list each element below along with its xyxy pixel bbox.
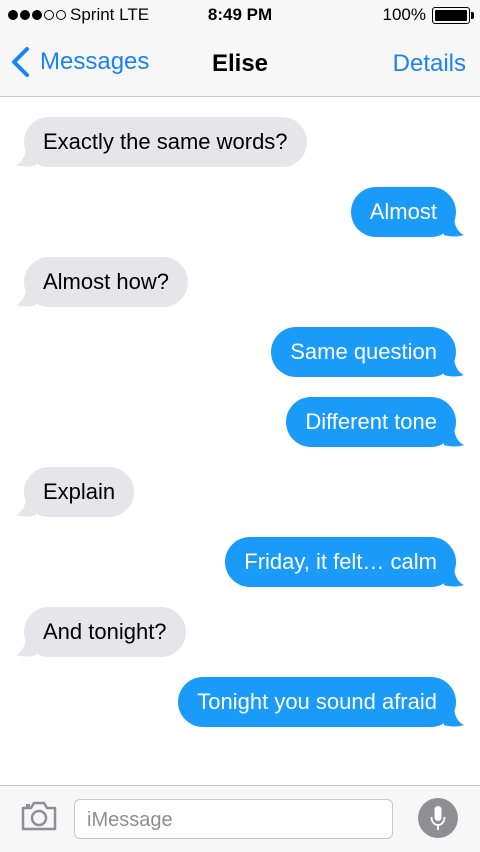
outgoing-message-bubble[interactable]: Different tone (286, 397, 464, 447)
camera-icon[interactable] (20, 800, 58, 832)
microphone-icon[interactable] (418, 798, 458, 838)
message-input[interactable]: iMessage (74, 799, 393, 839)
incoming-message-bubble[interactable]: Almost how? (16, 257, 188, 307)
message-text: Explain (43, 479, 116, 504)
bubble-tail (444, 565, 464, 587)
message-text: Different tone (305, 409, 437, 434)
message-text: Almost how? (43, 269, 169, 294)
incoming-message-bubble[interactable]: And tonight? (16, 607, 186, 657)
outgoing-message-bubble[interactable]: Tonight you sound afraid (178, 677, 464, 727)
bubble-tail (16, 495, 36, 517)
battery-percent: 100% (382, 5, 426, 24)
nav-bar: Messages Elise Details (0, 30, 480, 97)
outgoing-message-bubble[interactable]: Friday, it felt… calm (225, 537, 464, 587)
message-text: Almost (369, 199, 437, 224)
bubble-tail (444, 215, 464, 237)
bubble-tail (444, 705, 464, 727)
message-text: Exactly the same words? (43, 129, 288, 154)
message-text: Friday, it felt… calm (244, 549, 437, 574)
bubble-tail (444, 425, 464, 447)
input-bar: iMessage (0, 785, 480, 852)
details-button[interactable]: Details (393, 50, 466, 78)
message-text: Tonight you sound afraid (197, 689, 437, 714)
message-text: Same question (290, 339, 437, 364)
battery-tip (471, 12, 474, 19)
incoming-message-bubble[interactable]: Explain (16, 467, 135, 517)
bubble-tail (16, 285, 36, 307)
status-bar: Sprint LTE 8:49 PM 100% (0, 0, 480, 30)
bubble-tail (16, 635, 36, 657)
bubble-tail (444, 355, 464, 377)
outgoing-message-bubble[interactable]: Almost (350, 187, 464, 237)
message-text: And tonight? (43, 619, 167, 644)
battery-icon (432, 7, 470, 24)
incoming-message-bubble[interactable]: Exactly the same words? (16, 117, 307, 167)
message-thread[interactable]: Exactly the same words? Almost Almost how?… (0, 97, 480, 785)
bubble-tail (16, 145, 36, 167)
outgoing-message-bubble[interactable]: Same question (271, 327, 464, 377)
